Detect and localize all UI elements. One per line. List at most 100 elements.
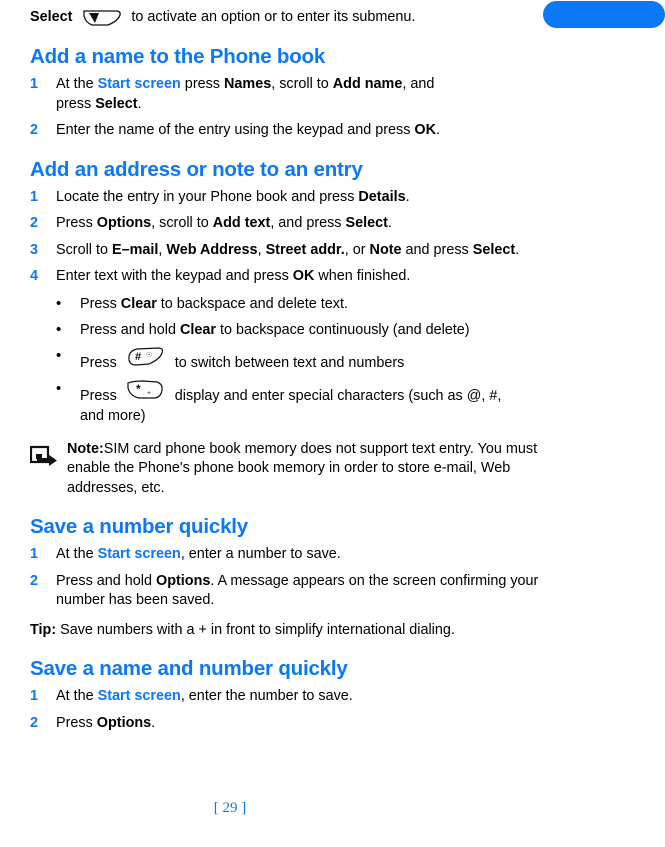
- step-fragment-10: .: [515, 241, 520, 258]
- step-fragment-1: Options: [96, 215, 152, 231]
- intro-after-text: to activate an option or to enter its su…: [127, 9, 416, 25]
- bullet-item: • Press # ☉ to switch between text and nu…: [30, 346, 570, 373]
- step-fragment-2: , scroll to: [151, 215, 213, 231]
- step-number: 2: [30, 714, 39, 731]
- step-fragment-5: Add name: [332, 76, 403, 92]
- step-fragment-4: , scroll to: [271, 76, 333, 92]
- section-heading: Add a name to the Phone book: [30, 45, 326, 68]
- step-fragment-9: Select: [95, 95, 138, 112]
- step-fragment-0: At the: [56, 546, 98, 562]
- step-number: 1: [30, 546, 39, 562]
- step-fragment-1: Start screen: [97, 546, 181, 562]
- step-fragment-5: Street addr.: [265, 241, 345, 258]
- step-text: Press Options, scroll to Add text, and p…: [56, 214, 570, 234]
- bullet-fragment-2: display and enter special characters (su…: [174, 387, 502, 404]
- select-soft-key-icon: [82, 8, 122, 28]
- step-fragment-3: Names: [224, 76, 272, 92]
- step-fragment-3: Add text: [212, 215, 271, 231]
- numbered-step: 4 Enter text with the keypad and press OK…: [30, 267, 570, 287]
- section-heading: Save a name and number quickly: [30, 657, 348, 680]
- numbered-step: 1 At the Start screen, enter a number to …: [30, 545, 570, 565]
- step-fragment-1: OK: [414, 122, 436, 138]
- bullet-fragment-0: Press: [80, 387, 121, 404]
- step-fragment-2: when finished.: [314, 268, 411, 284]
- bullet-text: Press Clear to backspace and delete text…: [80, 294, 570, 314]
- note-body: Note:SIM card phone book memory does not…: [64, 440, 570, 499]
- tip-text: Save numbers with a + in front to simpli…: [56, 621, 455, 638]
- step-fragment-1: OK: [292, 268, 315, 284]
- note-icon-wrap: [29, 440, 64, 475]
- step-fragment-0: Locate the entry in your Phone book and …: [56, 188, 359, 205]
- bullet-fragment-0: Press and hold: [80, 321, 180, 338]
- step-fragment-0: Enter text with the keypad and press: [56, 268, 293, 284]
- note-pointer-icon: [29, 445, 60, 474]
- bullet-marker: •: [56, 294, 62, 312]
- step-fragment-1: Details: [358, 188, 406, 205]
- bullet-marker: •: [56, 346, 62, 364]
- step-fragment-8: and press: [401, 241, 473, 258]
- step-text: At the Start screen press Names, scroll …: [56, 75, 570, 114]
- svg-text:+: +: [147, 390, 151, 397]
- bullet-fragment-2: to backspace continuously (and delete): [216, 321, 470, 338]
- step-fragment-6: , and: [402, 76, 435, 92]
- bullet-fragment-2: to backspace and delete text.: [156, 295, 348, 312]
- bullet-item: • Press Clear to backspace and delete tex…: [30, 294, 570, 314]
- bullet-text: Press * + display and enter special char…: [80, 379, 570, 426]
- sections-container: Add a name to the Phone book 1 At the Star…: [29, 45, 570, 733]
- numbered-step: 1 At the Start screen press Names, scroll…: [30, 75, 570, 114]
- bullet-fragment-4: and more): [80, 407, 146, 424]
- step-number: 1: [30, 188, 39, 205]
- step-text: Locate the entry in your Phone book and …: [56, 188, 570, 208]
- step-text: Press and hold Options. A message appear…: [56, 572, 570, 611]
- numbered-step: 2 Press and hold Options. A message appea…: [30, 572, 570, 611]
- hash-key-icon: # ☉: [125, 346, 167, 367]
- page-number: [ 29 ]: [213, 800, 247, 816]
- numbered-step: 2 Enter the name of the entry using the k…: [30, 121, 570, 141]
- step-fragment-1: Options: [96, 714, 152, 731]
- svg-text:#: #: [135, 351, 141, 363]
- step-text: Enter text with the keypad and press OK …: [56, 267, 570, 287]
- step-fragment-0: Press: [56, 215, 97, 231]
- numbered-step: 1 Locate the entry in your Phone book and…: [30, 188, 570, 208]
- bullet-marker: •: [56, 320, 62, 338]
- step-number: 4: [30, 268, 39, 284]
- bullet-fragment-0: Press: [80, 295, 121, 312]
- numbered-step: 3 Scroll to E–mail, Web Address, Street a…: [30, 241, 570, 261]
- note-label: Note:: [67, 440, 104, 457]
- note-block: Note:SIM card phone book memory does not…: [29, 440, 570, 499]
- step-fragment-2: .: [435, 122, 440, 138]
- step-number: 2: [30, 215, 39, 231]
- step-fragment-2: .: [405, 188, 410, 205]
- step-fragment-2: press: [180, 76, 224, 92]
- bullet-fragment-1: Clear: [180, 321, 216, 338]
- intro-before-text: Select: [30, 9, 77, 25]
- svg-text:*: *: [136, 382, 141, 396]
- tip-line: Tip: Save numbers with a + in front to s…: [30, 621, 570, 641]
- step-fragment-0: At the: [56, 688, 98, 704]
- step-fragment-2: , enter a number to save.: [180, 546, 341, 562]
- step-fragment-2: , enter the number to save.: [180, 688, 353, 704]
- step-number: 2: [30, 122, 39, 138]
- step-fragment-7: Note: [369, 241, 402, 258]
- tip-label: Tip:: [30, 621, 57, 638]
- step-fragment-0: Press: [56, 714, 97, 731]
- numbered-step: 1 At the Start screen, enter the number t…: [30, 687, 570, 707]
- step-number: 1: [30, 76, 39, 92]
- bullet-text: Press and hold Clear to backspace contin…: [80, 320, 570, 340]
- step-fragment-1: Options: [156, 572, 211, 589]
- step-fragment-0: Scroll to: [56, 241, 112, 258]
- step-fragment-4: ,: [257, 241, 266, 258]
- step-text: At the Start screen, enter the number to…: [56, 687, 570, 707]
- section-heading: Add an address or note to an entry: [30, 157, 363, 181]
- step-fragment-0: Enter the name of the entry using the ke…: [56, 122, 415, 138]
- step-text: Scroll to E–mail, Web Address, Street ad…: [56, 241, 570, 261]
- bullet-item: • Press and hold Clear to backspace conti…: [30, 320, 570, 340]
- step-fragment-1: Start screen: [97, 76, 181, 92]
- bullet-item: • Press * + display and enter special cha…: [30, 379, 570, 426]
- step-fragment-5: Select: [345, 215, 388, 231]
- star-key-icon: * +: [125, 379, 167, 400]
- step-fragment-2: .: [151, 714, 156, 731]
- step-fragment-6: .: [387, 215, 392, 231]
- step-fragment-1: E–mail: [111, 241, 159, 258]
- step-number: 1: [30, 688, 39, 704]
